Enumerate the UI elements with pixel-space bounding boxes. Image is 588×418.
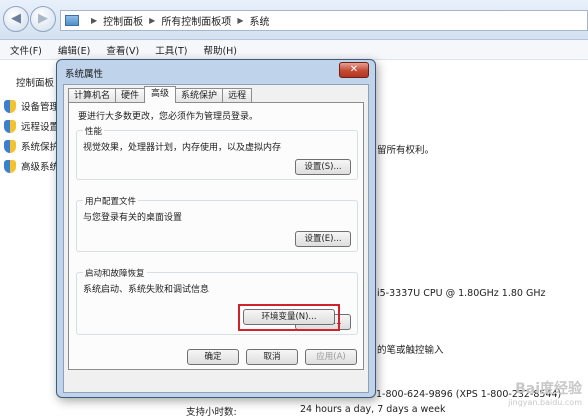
shield-icon	[4, 159, 16, 173]
group-title: 用户配置文件	[83, 195, 139, 207]
group-title: 性能	[83, 125, 105, 137]
apply-button[interactable]: 应用(A)	[305, 349, 357, 365]
watermark-subtext: jingyan.baidu.com	[508, 398, 582, 407]
group-description: 系统启动、系统失败和调试信息	[83, 285, 210, 295]
back-button[interactable]: ◀	[3, 6, 29, 32]
shield-icon	[4, 119, 16, 133]
back-arrow-icon: ◀	[11, 11, 21, 26]
forward-button[interactable]: ▶	[30, 6, 56, 32]
shield-icon	[4, 139, 16, 153]
performance-settings-button[interactable]: 设置(S)...	[295, 159, 351, 175]
forward-arrow-icon: ▶	[38, 11, 48, 26]
address-bar-area: ◀ ▶ ▶ 控制面板 ▶ 所有控制面板项 ▶ 系统	[0, 0, 588, 40]
close-button[interactable]: ✕	[339, 62, 369, 78]
address-box[interactable]: ▶ 控制面板 ▶ 所有控制面板项 ▶ 系统	[60, 10, 588, 31]
tab-computer-name[interactable]: 计算机名	[68, 88, 117, 103]
menu-help[interactable]: 帮助(H)	[203, 43, 237, 57]
tab-hardware[interactable]: 硬件	[115, 88, 146, 103]
advanced-system-link[interactable]: 高级系统	[4, 159, 59, 173]
tab-system-protection[interactable]: 系统保护	[175, 88, 224, 103]
menu-view[interactable]: 查看(V)	[106, 43, 139, 57]
menu-edit[interactable]: 编辑(E)	[58, 43, 90, 57]
performance-group: 性能 视觉效果，处理器计划，内存使用，以及虚拟内存 设置(S)...	[76, 125, 358, 180]
dialog-client-area: 计算机名 硬件 高级 系统保护 远程 要进行大多数更改，您必须作为管理员登录。 …	[63, 84, 369, 393]
user-profiles-group: 用户配置文件 与您登录有关的桌面设置 设置(E)...	[76, 195, 358, 252]
folder-icon	[65, 15, 79, 26]
link-label: 系统保护	[21, 142, 60, 153]
system-properties-dialog: 系统属性 ✕ 计算机名 硬件 高级 系统保护 远程 要进行大多数更改，您必须作为…	[56, 59, 376, 398]
link-label: 高级系统	[21, 162, 60, 173]
cpu-info: i5-3337U CPU @ 1.80GHz 1.80 GHz	[377, 288, 546, 299]
link-label: 设备管理	[21, 102, 60, 113]
tab-advanced[interactable]: 高级	[144, 86, 177, 103]
menu-file[interactable]: 文件(F)	[10, 43, 42, 57]
copyright-text: 留所有权利。	[377, 145, 435, 156]
group-description: 与您登录有关的桌面设置	[83, 213, 183, 223]
close-icon: ✕	[349, 64, 359, 75]
support-hours: 24 hours a day, 7 days a week	[300, 404, 446, 415]
breadcrumb-system[interactable]: 系统	[249, 13, 269, 28]
breadcrumb-control-panel[interactable]: 控制面板	[103, 13, 143, 28]
tab-strip: 计算机名 硬件 高级 系统保护 远程	[68, 86, 253, 103]
tab-remote[interactable]: 远程	[222, 88, 253, 103]
watermark-text: Bai度经验	[515, 381, 582, 397]
user-profiles-settings-button[interactable]: 设置(E)...	[295, 231, 351, 247]
chevron-right-icon: ▶	[149, 16, 156, 25]
link-label: 远程设置	[21, 122, 60, 133]
ok-button[interactable]: 确定	[187, 349, 239, 365]
shield-icon	[4, 99, 16, 113]
system-protection-link[interactable]: 系统保护	[4, 139, 59, 153]
cancel-button[interactable]: 取消	[246, 349, 298, 365]
remote-settings-link[interactable]: 远程设置	[4, 119, 59, 133]
group-description: 视觉效果，处理器计划，内存使用，以及虚拟内存	[83, 143, 282, 153]
pen-touch-info: 的笔或触控输入	[377, 345, 444, 356]
watermark: Bai度经验 jingyan.baidu.com	[508, 382, 582, 410]
device-manager-link[interactable]: 设备管理	[4, 99, 59, 113]
control-panel-home-link[interactable]: 控制面板	[16, 75, 54, 89]
dialog-title: 系统属性	[65, 69, 104, 80]
breadcrumb-all-items[interactable]: 所有控制面板项	[161, 13, 231, 28]
admin-note: 要进行大多数更改，您必须作为管理员登录。	[78, 112, 259, 122]
menu-bar: 文件(F) 编辑(E) 查看(V) 工具(T) 帮助(H)	[0, 40, 588, 60]
group-title: 启动和故障恢复	[83, 267, 147, 279]
chevron-right-icon: ▶	[91, 16, 98, 25]
support-hours-label: 支持小时数:	[186, 407, 237, 418]
chevron-right-icon: ▶	[237, 16, 244, 25]
environment-variables-button[interactable]: 环境变量(N)...	[243, 309, 335, 325]
menu-tools[interactable]: 工具(T)	[155, 43, 187, 57]
